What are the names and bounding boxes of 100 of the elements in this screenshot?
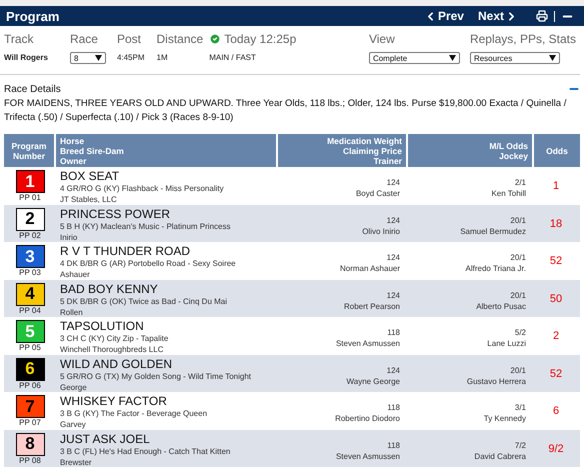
horse-name: BOX SEAT (60, 169, 120, 183)
weight-value: 118 (387, 402, 400, 413)
prev-button[interactable]: Prev (424, 9, 464, 23)
view-dropdown[interactable]: Complete (368, 52, 460, 64)
odds-value: 6 (552, 405, 560, 417)
ml-odds-value: 5/2 (514, 327, 526, 338)
post-position: PP 03 (19, 268, 41, 278)
weight-value: 124 (386, 177, 400, 188)
odds-value: 1 (552, 180, 560, 192)
column-header: Medication Weight Claiming Price Trainer (278, 134, 406, 167)
odds-value: 2 (552, 330, 560, 342)
ml-odds-value: 20/1 (510, 252, 526, 263)
track-value: Will Rogers (4, 52, 48, 64)
weight-value: 124 (386, 214, 400, 226)
horse-name: PRINCESS POWER (60, 206, 170, 220)
odds-value: 50 (550, 292, 562, 304)
trainer-name: Norman Ashauer (340, 263, 400, 274)
program-number: 4 (16, 282, 44, 306)
owner-name: Winchell Thoroughbreds LLC (60, 344, 164, 355)
post-position: PP 06 (19, 380, 41, 390)
jockey-name: David Cabrera (474, 450, 526, 462)
jockey-name: Alberto Pusac (476, 300, 526, 312)
horse-name: WILD AND GOLDEN (60, 356, 172, 370)
caret-icon (548, 55, 556, 61)
horse-name: WHISKEY FACTOR (60, 394, 167, 408)
program-number: 2 (16, 208, 44, 230)
trainer-name: Robert Pearson (344, 300, 400, 312)
weight-value: 118 (387, 440, 400, 450)
column-header: Program Number (4, 134, 54, 167)
surface-value: MAIN / FAST (209, 52, 257, 64)
trainer-name: Steven Asmussen (336, 338, 400, 349)
race-dropdown[interactable]: 8 (70, 52, 106, 64)
owner-name: George (60, 382, 87, 392)
post-position: PP 05 (19, 343, 41, 353)
trainer-name: Boyd Caster (356, 188, 400, 199)
next-button[interactable]: Next (478, 9, 518, 23)
breed-info: 4 GR/RO G (KY) Flashback - Miss Personality (60, 183, 224, 194)
owner-name: Brewster (60, 456, 92, 468)
post-label: Post (116, 32, 142, 46)
caret-icon (448, 55, 456, 61)
caret-icon (94, 55, 102, 61)
distance-value: 1M (156, 52, 169, 64)
weight-value: 124 (386, 290, 400, 300)
horse-name: JUST ASK JOEL (60, 432, 150, 446)
weight-value: 124 (386, 252, 400, 263)
program-number: 1 (16, 170, 44, 193)
jockey-name: Ken Tohill (491, 188, 526, 199)
distance-label: Distance (156, 32, 204, 46)
post-position: PP 04 (19, 306, 41, 316)
owner-name: Inirio (60, 232, 78, 242)
resources-dropdown[interactable]: Resources (470, 52, 560, 64)
resources-label: Replays, PPs, Stats (470, 32, 576, 46)
post-position: PP 02 (19, 230, 41, 240)
track-label: Track (4, 32, 35, 46)
trainer-name: Olivo Inirio (362, 226, 400, 236)
jockey-name: Gustavo Herrera (466, 376, 526, 386)
ml-odds-value: 20/1 (510, 290, 526, 300)
odds-value: 52 (550, 368, 562, 380)
breed-info: 5 DK B/BR G (OK) Twice as Bad - Cinq Du Mai (60, 296, 228, 306)
jockey-name: Alfredo Triana Jr. (466, 263, 526, 274)
window-title: Program (6, 8, 60, 24)
check-circle-icon (209, 33, 222, 45)
ml-odds-value: 7/2 (514, 440, 526, 450)
breed-info: 5 GR/RO G (TX) My Golden Song - Wild Time Tonight (60, 370, 252, 382)
race-conditions: FOR MAIDENS, THREE YEARS OLD AND UPWARD. Three Year Olds, 118 lbs.; Older, 124 lbs. Purse $19,800.00 Exacta / Quinella / Trifecta (.50) / Superfecta (.10) / Pick 3 (Races 8-9-10) (4, 97, 568, 125)
status-time: Today 12:25p (209, 32, 369, 46)
breed-info: 3 CH C (KY) City Zip - Tapalite (60, 333, 168, 344)
post-time: 4:45PM (116, 52, 145, 64)
program-number: 7 (16, 395, 44, 418)
post-position: PP 08 (19, 456, 41, 466)
ml-odds-value: 20/1 (510, 364, 526, 376)
jockey-name: Ty Kennedy (484, 413, 526, 424)
weight-value: 118 (387, 327, 400, 338)
odds-value: 52 (550, 255, 562, 267)
program-number: 8 (16, 432, 44, 456)
view-label: View (368, 32, 396, 46)
program-number: 5 (16, 320, 44, 343)
owner-name: JT Stables, LLC (60, 194, 117, 205)
ml-odds-value: 2/1 (514, 177, 526, 188)
horse-name: TAPSOLUTION (60, 319, 144, 333)
owner-name: Rollen (60, 306, 83, 318)
printer-icon (536, 10, 548, 22)
breed-info: 5 B H (KY) Maclean's Music - Platinum Princess (60, 220, 230, 232)
weight-value: 124 (386, 364, 400, 376)
odds-value: 9/2 (548, 442, 564, 454)
breed-info: 3 B C (FL) He's Had Enough - Catch That Kitten (60, 446, 230, 456)
odds-value: 18 (550, 218, 562, 230)
breed-info: 4 DK B/BR G (AR) Portobello Road - Sexy Soiree (60, 258, 236, 269)
jockey-name: Lane Luzzi (487, 338, 526, 349)
trainer-name: Wayne George (346, 376, 400, 386)
owner-name: Garvey (60, 419, 86, 430)
trainer-name: Robertino Diodoro (335, 413, 400, 424)
trainer-name: Steven Asmussen (336, 450, 400, 462)
race-details-heading: Race Details (4, 84, 61, 94)
program-number: 6 (16, 358, 44, 380)
post-position: PP 01 (19, 193, 41, 203)
ml-odds-value: 3/1 (514, 402, 526, 413)
column-header: Horse Breed Sire-Dam Owner (56, 134, 276, 167)
column-header: M/L Odds Jockey (408, 134, 532, 167)
breed-info: 3 B G (KY) The Factor - Beverage Queen (60, 408, 208, 419)
